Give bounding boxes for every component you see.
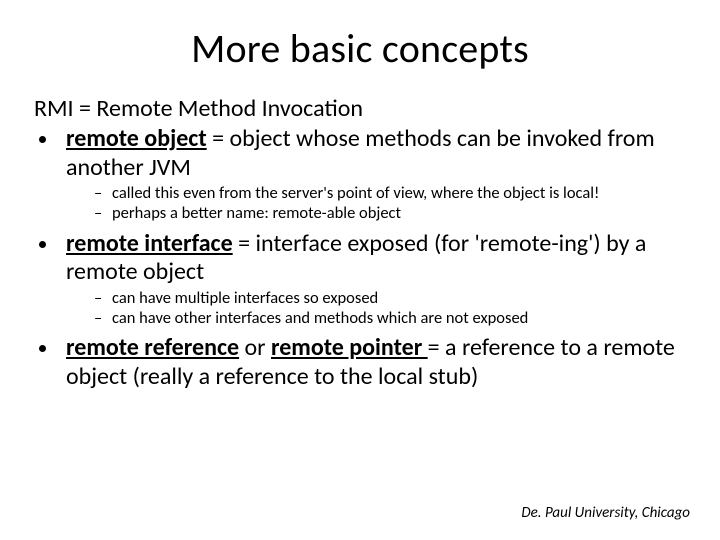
sublist-remote-interface: can have multiple interfaces so exposed … xyxy=(66,289,686,329)
bullet-remote-reference: remote reference or remote pointer = a r… xyxy=(60,334,686,391)
rmi-definition: RMI = Remote Method Invocation xyxy=(34,95,686,123)
footer-attribution: De. Paul University, Chicago xyxy=(521,504,690,522)
slide-title: More basic concepts xyxy=(34,24,686,73)
slide-body: RMI = Remote Method Invocation remote ob… xyxy=(34,95,686,391)
sublist-remote-object: called this even from the server's point… xyxy=(66,184,686,224)
sub-item: can have multiple interfaces so exposed xyxy=(94,289,686,308)
term-remote-interface: remote interface xyxy=(66,229,233,258)
sub-item: perhaps a better name: remote-able objec… xyxy=(94,204,686,223)
bullet-remote-interface: remote interface = interface exposed (fo… xyxy=(60,230,686,329)
term-remote-pointer: remote pointer xyxy=(271,333,428,362)
term-remote-object: remote object xyxy=(66,124,207,153)
bullet-list: remote object = object whose methods can… xyxy=(34,125,686,391)
sub-item: can have other interfaces and methods wh… xyxy=(94,309,686,328)
slide: More basic concepts RMI = Remote Method … xyxy=(0,0,720,540)
sub-item: called this even from the server's point… xyxy=(94,184,686,203)
mid-or: or xyxy=(239,333,271,362)
term-remote-reference: remote reference xyxy=(66,333,239,362)
bullet-remote-object: remote object = object whose methods can… xyxy=(60,125,686,224)
